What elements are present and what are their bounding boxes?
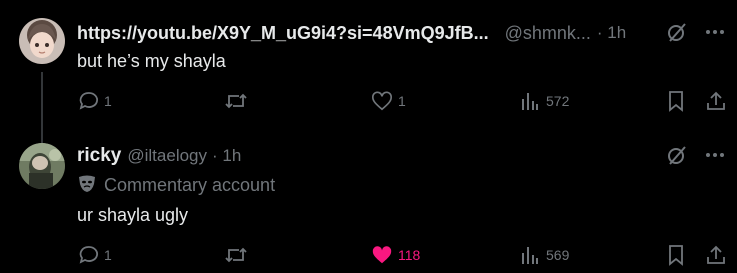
post-actions-right: [666, 244, 727, 266]
like-count: 1: [398, 93, 406, 109]
repost-button[interactable]: [224, 244, 248, 266]
repost-icon: [224, 244, 248, 266]
avatar[interactable]: [19, 143, 65, 189]
repost-icon: [224, 90, 248, 112]
reply-count: 1: [104, 93, 112, 109]
reply-button[interactable]: 1: [78, 90, 112, 112]
views-icon: [520, 90, 540, 112]
post-text: but he’s my shayla: [77, 50, 226, 71]
mask-icon: [77, 173, 97, 198]
post-body: ur shayla ugly: [77, 204, 737, 226]
more-icon[interactable]: [704, 21, 726, 43]
views-count: 572: [546, 93, 570, 109]
views-icon: [520, 244, 540, 266]
post-header-actions: [666, 144, 726, 166]
repost-button[interactable]: [224, 90, 248, 112]
post-text: ur shayla ugly: [77, 204, 189, 225]
handle[interactable]: @iltaelogy: [127, 146, 207, 166]
views-count: 569: [546, 247, 570, 263]
like-icon: [371, 244, 393, 266]
account-label-text[interactable]: Commentary account: [104, 175, 275, 196]
reply-count: 1: [104, 247, 112, 263]
grok-icon[interactable]: [666, 144, 688, 166]
avatar[interactable]: [19, 18, 65, 64]
account-label: Commentary account: [77, 174, 737, 196]
bookmark-icon[interactable]: [666, 90, 686, 112]
handle[interactable]: @shmnk...: [505, 23, 591, 44]
timestamp[interactable]: · 1h: [597, 23, 626, 43]
thread-line: [41, 72, 43, 148]
post-header: https://youtu.be/X9Y_M_uG9i4?si=48VmQ9Jf…: [77, 21, 737, 45]
reply-icon: [78, 244, 100, 266]
post-actions-right: [666, 90, 727, 112]
share-icon[interactable]: [705, 244, 727, 266]
display-name[interactable]: ricky: [77, 145, 121, 167]
like-button[interactable]: 118: [371, 244, 420, 266]
post-body: but he’s my shayla: [77, 50, 737, 72]
like-count: 118: [398, 247, 421, 263]
views-button[interactable]: 569: [520, 244, 569, 266]
views-button[interactable]: 572: [520, 90, 569, 112]
reply-button[interactable]: 1: [78, 244, 112, 266]
like-button[interactable]: 1: [371, 90, 406, 112]
timestamp[interactable]: · 1h: [212, 146, 241, 166]
share-icon[interactable]: [705, 90, 727, 112]
more-icon[interactable]: [704, 144, 726, 166]
grok-icon[interactable]: [666, 21, 688, 43]
like-icon: [371, 90, 393, 112]
display-name[interactable]: https://youtu.be/X9Y_M_uG9i4?si=48VmQ9Jf…: [77, 23, 489, 44]
post-header: ricky @iltaelogy · 1h: [77, 144, 737, 168]
post-header-actions: [666, 21, 726, 43]
reply-icon: [78, 90, 100, 112]
bookmark-icon[interactable]: [666, 244, 686, 266]
